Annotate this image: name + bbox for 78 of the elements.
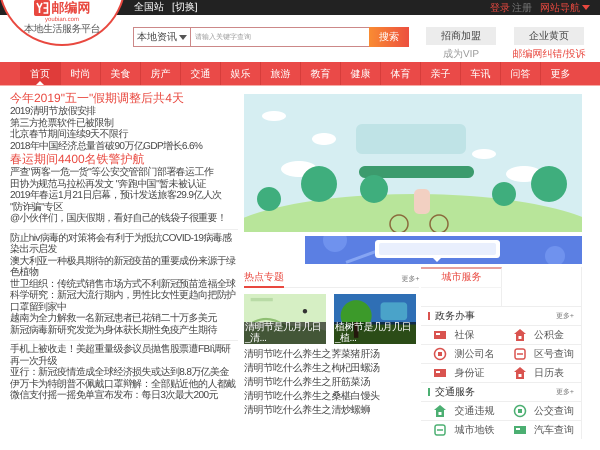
news-link[interactable]: 2019年春运1月21日启幕，预计发送旅客29.9亿人次 bbox=[10, 190, 222, 202]
service-link[interactable]: 测公司名 bbox=[421, 344, 502, 363]
topic-link[interactable]: 清明节吃什么养生之清炒螺蛳 bbox=[244, 404, 420, 418]
logo-slogan: 本地生活服务平台 bbox=[24, 24, 100, 35]
service-link[interactable]: 汽车查询 bbox=[501, 420, 581, 439]
site-nav-link[interactable]: 网站导航 bbox=[540, 0, 590, 14]
news-link[interactable]: 微信支付摇一摇免单宣布发布：每日3次最大200元 bbox=[10, 390, 238, 402]
city-services-tab[interactable]: 城市服务 bbox=[421, 267, 502, 287]
news-link[interactable]: 北京春节期间连续9天不限行 bbox=[10, 129, 128, 140]
service-link[interactable]: 交通违规 bbox=[421, 401, 502, 420]
nav-tab[interactable]: 体育 bbox=[380, 62, 420, 85]
service-link[interactable]: 公交查询 bbox=[501, 401, 581, 420]
news-link[interactable]: 2018年中国经济总量首破90万亿GDP增长6.6% bbox=[10, 140, 202, 152]
house-icon bbox=[513, 366, 528, 380]
thumbnail-caption[interactable]: 清明节是几月几日_清... bbox=[244, 322, 326, 344]
news-link[interactable]: 科学研究：新冠大流行期内，男性比女性更趋向把防护口罩留到家中 bbox=[10, 290, 238, 313]
header-button[interactable]: 企业黄页 bbox=[514, 27, 584, 45]
news-link[interactable]: 第三方抢票软件已被限制 bbox=[10, 118, 114, 129]
nav-tab[interactable]: 交通 bbox=[180, 62, 220, 85]
circle-icon bbox=[513, 404, 528, 418]
register-link[interactable]: 注册 bbox=[512, 0, 532, 14]
nav-tab[interactable]: 问答 bbox=[500, 62, 540, 85]
logo-icon bbox=[34, 0, 50, 16]
house-icon bbox=[433, 404, 448, 418]
news-link[interactable]: @小伙伴们，国庆假期，看好自己的钱袋子很重要！ bbox=[10, 213, 226, 224]
service-link[interactable]: 城市地铁 bbox=[421, 420, 502, 439]
service-link[interactable]: 身份证 bbox=[421, 363, 502, 382]
news-link[interactable]: 手机上被收走！美超重量级参议员抛售股票遭FBI调研再一次升级 bbox=[10, 344, 238, 367]
service-link[interactable]: 公积金 bbox=[501, 325, 581, 344]
news-link[interactable]: 防止hiv病毒的对策将会有利于为抵抗COVID-19病毒感染出示启发 bbox=[10, 232, 238, 256]
news-link[interactable]: 新冠病毒新研究发觉为身体获长期性免疫产生期待 bbox=[10, 324, 238, 336]
nav-tab[interactable]: 时尚 bbox=[60, 62, 100, 85]
category-dropdown[interactable]: 本地资讯 bbox=[133, 27, 191, 47]
circle-icon bbox=[433, 347, 448, 361]
news-link[interactable]: 严查"两客一危一货"等公安交管部门部署春运工作 bbox=[10, 167, 214, 178]
news-link[interactable]: 田协为规范马拉松再发文 "奔跑中国"暂未被认证 bbox=[10, 178, 206, 190]
section-title: 政务办事 bbox=[434, 310, 476, 323]
topic-link[interactable]: 清明节吃什么养生之荠菜猪肝汤 bbox=[244, 348, 420, 362]
nav-tab[interactable]: 教育 bbox=[300, 62, 340, 85]
thumbnail-caption[interactable]: 植树节是几月几日_植... bbox=[334, 322, 416, 344]
logo-name: 邮编网 bbox=[52, 0, 90, 16]
topic-link[interactable]: 清明节吃什么养生之肝筋菜汤 bbox=[244, 376, 420, 390]
news-link[interactable]: 2019清明节放假安排 bbox=[10, 106, 96, 118]
login-link[interactable]: 登录 bbox=[490, 0, 510, 14]
news-link[interactable]: 亚行：新冠疫情造成全球经济损失或达到8.8万亿美金 bbox=[10, 367, 238, 378]
service-link[interactable]: 区号查询 bbox=[501, 344, 581, 363]
nav-tab[interactable]: 旅游 bbox=[260, 62, 300, 85]
nav-tab[interactable]: 娱乐 bbox=[220, 62, 260, 85]
news-link[interactable]: 澳大利亚一种极具期待的新冠疫苗的重要成份来源于绿色植物 bbox=[10, 256, 238, 278]
news-link[interactable]: 伊万卡为特朗普不佩戴口罩辩解：全部贴近他的人都戴 bbox=[10, 378, 238, 390]
news-headline[interactable]: 今年2019"五一"假期调整后共4天 bbox=[10, 91, 238, 105]
card-icon bbox=[433, 328, 448, 342]
top-link[interactable]: 全国站 bbox=[134, 2, 164, 14]
caret-icon bbox=[582, 5, 590, 10]
topic-link[interactable]: 清明节吃什么养生之桑椹白馒头 bbox=[244, 390, 420, 404]
nav-tab[interactable]: 亲子 bbox=[420, 62, 460, 85]
nav-tab[interactable]: 美食 bbox=[100, 62, 140, 85]
nav-tab[interactable]: 首页 bbox=[20, 62, 60, 85]
news-link[interactable]: 越南为全力解救一名新冠患者已花销二十万多美元 bbox=[10, 313, 238, 324]
nav-tab[interactable]: 健康 bbox=[340, 62, 380, 85]
nav-tab[interactable]: 更多 bbox=[540, 62, 580, 85]
card-icon bbox=[513, 423, 528, 437]
top-link[interactable]: [切换] bbox=[172, 2, 198, 14]
section-title: 交通服务 bbox=[434, 386, 476, 399]
card-icon bbox=[433, 366, 448, 380]
header-button[interactable]: 招商加盟 bbox=[426, 27, 496, 45]
service-link[interactable]: 日历表 bbox=[501, 363, 581, 382]
news-link[interactable]: "防诈骗"专区 bbox=[10, 202, 63, 213]
topic-link[interactable]: 清明节吃什么养生之枸杞田螺汤 bbox=[244, 362, 420, 376]
caret-icon bbox=[179, 34, 187, 40]
header-link[interactable]: 邮编网纠错/投诉 bbox=[512, 49, 586, 60]
house-icon bbox=[513, 328, 528, 342]
nav-tab[interactable]: 房产 bbox=[140, 62, 180, 85]
nav-tab[interactable]: 车讯 bbox=[460, 62, 500, 85]
section-title: 热点专题 bbox=[244, 270, 284, 288]
service-link[interactable]: 社保 bbox=[421, 325, 502, 344]
news-link[interactable]: 世卫组织：传统式销售市场方式不利新冠预苗造福全球 bbox=[10, 278, 238, 290]
news-headline[interactable]: 春运期间4400名铁警护航 bbox=[10, 152, 238, 166]
